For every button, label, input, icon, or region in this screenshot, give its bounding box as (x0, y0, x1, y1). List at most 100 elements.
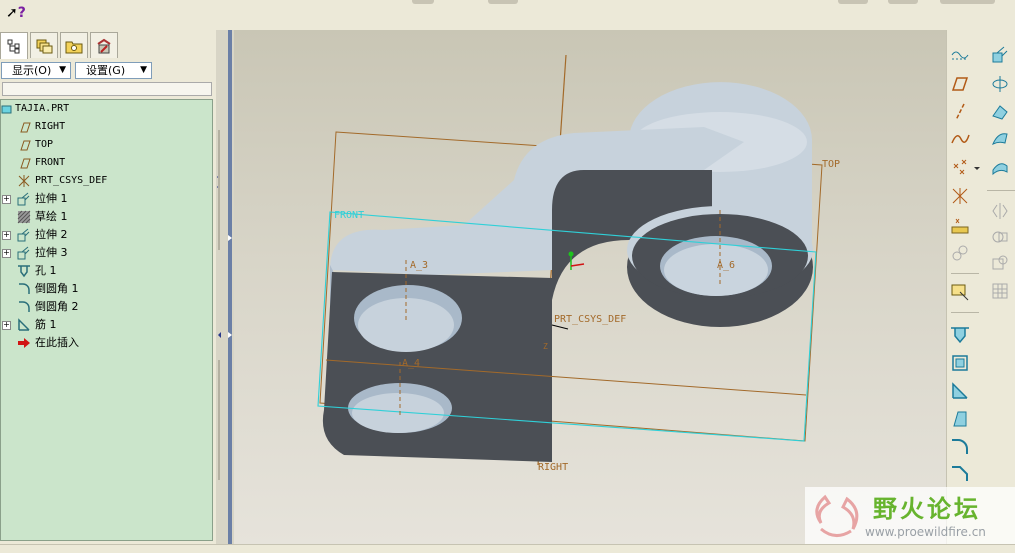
csys-button[interactable] (949, 185, 971, 207)
blend-tool-button[interactable] (989, 128, 1011, 150)
tree-item-label: 拉伸 3 (35, 246, 68, 259)
top-toolbar-strip: ➚? (0, 0, 1015, 30)
tree-item-label: TAJIA.PRT (15, 103, 70, 114)
datum-plane-icon (20, 122, 31, 133)
graphics-window[interactable]: TOP FRONT RIGHT PRT_CSYS_DEF Z A_3 A_4 A… (234, 30, 946, 544)
variable-sweep-button[interactable] (989, 101, 1011, 123)
shell-tool-button[interactable] (949, 352, 971, 374)
csys-z-label: Z (543, 342, 548, 351)
model-canvas[interactable]: TOP FRONT RIGHT PRT_CSYS_DEF Z A_3 A_4 A… (234, 30, 946, 544)
hole-icon (18, 265, 30, 278)
axis-a3-label: A_3 (410, 260, 428, 271)
tree-item-label: 孔 1 (35, 264, 57, 277)
favorites-icon (97, 38, 111, 53)
toolbar-edge (888, 0, 918, 4)
tree-item-label: 拉伸 2 (35, 228, 68, 241)
analysis-button[interactable] (949, 214, 971, 236)
pattern-tool-button (989, 280, 1011, 302)
datum-plane-icon (951, 77, 969, 91)
round-tool-button[interactable] (949, 435, 971, 457)
favorites-tab[interactable] (90, 32, 118, 58)
datum-plane-icon (20, 140, 31, 151)
tree-item-label: 草绘 1 (35, 210, 68, 223)
hole-icon (951, 327, 969, 344)
datum-curve-icon (951, 134, 970, 144)
draft-tool-button[interactable] (949, 408, 971, 430)
tree-item-label: 在此插入 (35, 336, 79, 349)
model-tree-icon (7, 39, 20, 54)
layer-tree-tab[interactable] (30, 32, 58, 58)
axis-a4-label: A_4 (402, 358, 420, 369)
datum-point-button[interactable] (949, 157, 971, 179)
layer-tree-icon (36, 39, 53, 53)
toolbar-edge (488, 0, 518, 4)
datum-display-button[interactable] (949, 44, 971, 66)
model-tree: TAJIA.PRT RIGHT TOP FRONT PRT_CSYS_DEF +… (0, 99, 213, 541)
tree-item-label: RIGHT (35, 121, 66, 132)
pattern-icon (992, 283, 1008, 299)
front-plane-label: FRONT (334, 210, 364, 221)
style-icon (992, 163, 1008, 176)
rib-icon (952, 382, 968, 399)
link-icon (952, 245, 968, 261)
part-body[interactable] (322, 82, 813, 462)
navigator-panel: 显示(O) ▼ 设置(G) ▼ TAJIA.PRT RIGHT TOP FRONT … (0, 30, 216, 544)
tree-item-label: 倒圆角 1 (35, 282, 79, 295)
navigator-tabs (0, 30, 216, 59)
rib-icon (18, 318, 30, 331)
datum-axis-button[interactable] (949, 101, 971, 123)
forum-watermark: 野火论坛 www.proewildfire.cn (805, 487, 1015, 547)
sketch-icon (17, 210, 31, 224)
extrude-tool-button[interactable] (989, 44, 1011, 66)
datum-point-dropdown[interactable] (971, 157, 983, 179)
datum-plane-button[interactable] (949, 73, 971, 95)
chevron-down-icon: ▼ (59, 65, 66, 75)
expand-icon[interactable]: + (2, 231, 11, 240)
datum-display-icon (951, 51, 969, 60)
blend-icon (992, 133, 1008, 146)
rib-tool-button[interactable] (949, 380, 971, 402)
watermark-title: 野火论坛 (873, 495, 981, 523)
csys-label: PRT_CSYS_DEF (554, 314, 626, 325)
extrude-icon (992, 46, 1008, 63)
chevron-down-icon: ▼ (140, 65, 147, 75)
show-menu-button[interactable]: 显示(O) ▼ (1, 62, 71, 79)
tree-item-label: 倒圆角 2 (35, 300, 79, 313)
datum-axis-icon (955, 103, 965, 121)
mirror-tool-button (989, 200, 1011, 222)
toolbar-edge (838, 0, 868, 4)
model-tree-tab[interactable] (0, 32, 28, 59)
insert-here-arrow-icon (18, 338, 30, 348)
datum-point-icon (953, 159, 967, 175)
datum-curve-button[interactable] (949, 128, 971, 150)
expand-icon[interactable]: + (2, 321, 11, 330)
annotation-button[interactable] (949, 281, 971, 303)
right-plane-label: RIGHT (538, 462, 568, 473)
variable-sweep-icon (992, 105, 1008, 120)
round-icon (19, 283, 30, 294)
tree-filter-bar (2, 82, 212, 96)
coordinate-system-icon (18, 175, 30, 187)
sash-divider (228, 30, 232, 544)
tree-item-label: 拉伸 1 (35, 192, 68, 205)
toolbar-edge (940, 0, 995, 4)
style-tool-button[interactable] (989, 157, 1011, 179)
context-help-icon[interactable]: ➚? (6, 5, 26, 21)
expand-icon[interactable]: + (2, 249, 11, 258)
chamfer-icon (952, 466, 968, 481)
round-icon (952, 439, 968, 454)
trim-tool-button (989, 252, 1011, 274)
revolve-icon (992, 76, 1008, 92)
csys-icon (952, 188, 968, 204)
extrude-icon (17, 192, 30, 206)
show-menu-label: 显示(O) (12, 64, 52, 77)
hole-tool-button[interactable] (949, 324, 971, 346)
expand-icon[interactable]: + (2, 195, 11, 204)
revolve-tool-button[interactable] (989, 73, 1011, 95)
folder-browser-tab[interactable] (60, 32, 88, 58)
merge-icon (992, 231, 1008, 243)
toolbar-separator (951, 312, 979, 313)
toolbar-edge (412, 0, 434, 4)
chamfer-tool-button[interactable] (949, 462, 971, 484)
settings-menu-button[interactable]: 设置(G) ▼ (75, 62, 152, 79)
